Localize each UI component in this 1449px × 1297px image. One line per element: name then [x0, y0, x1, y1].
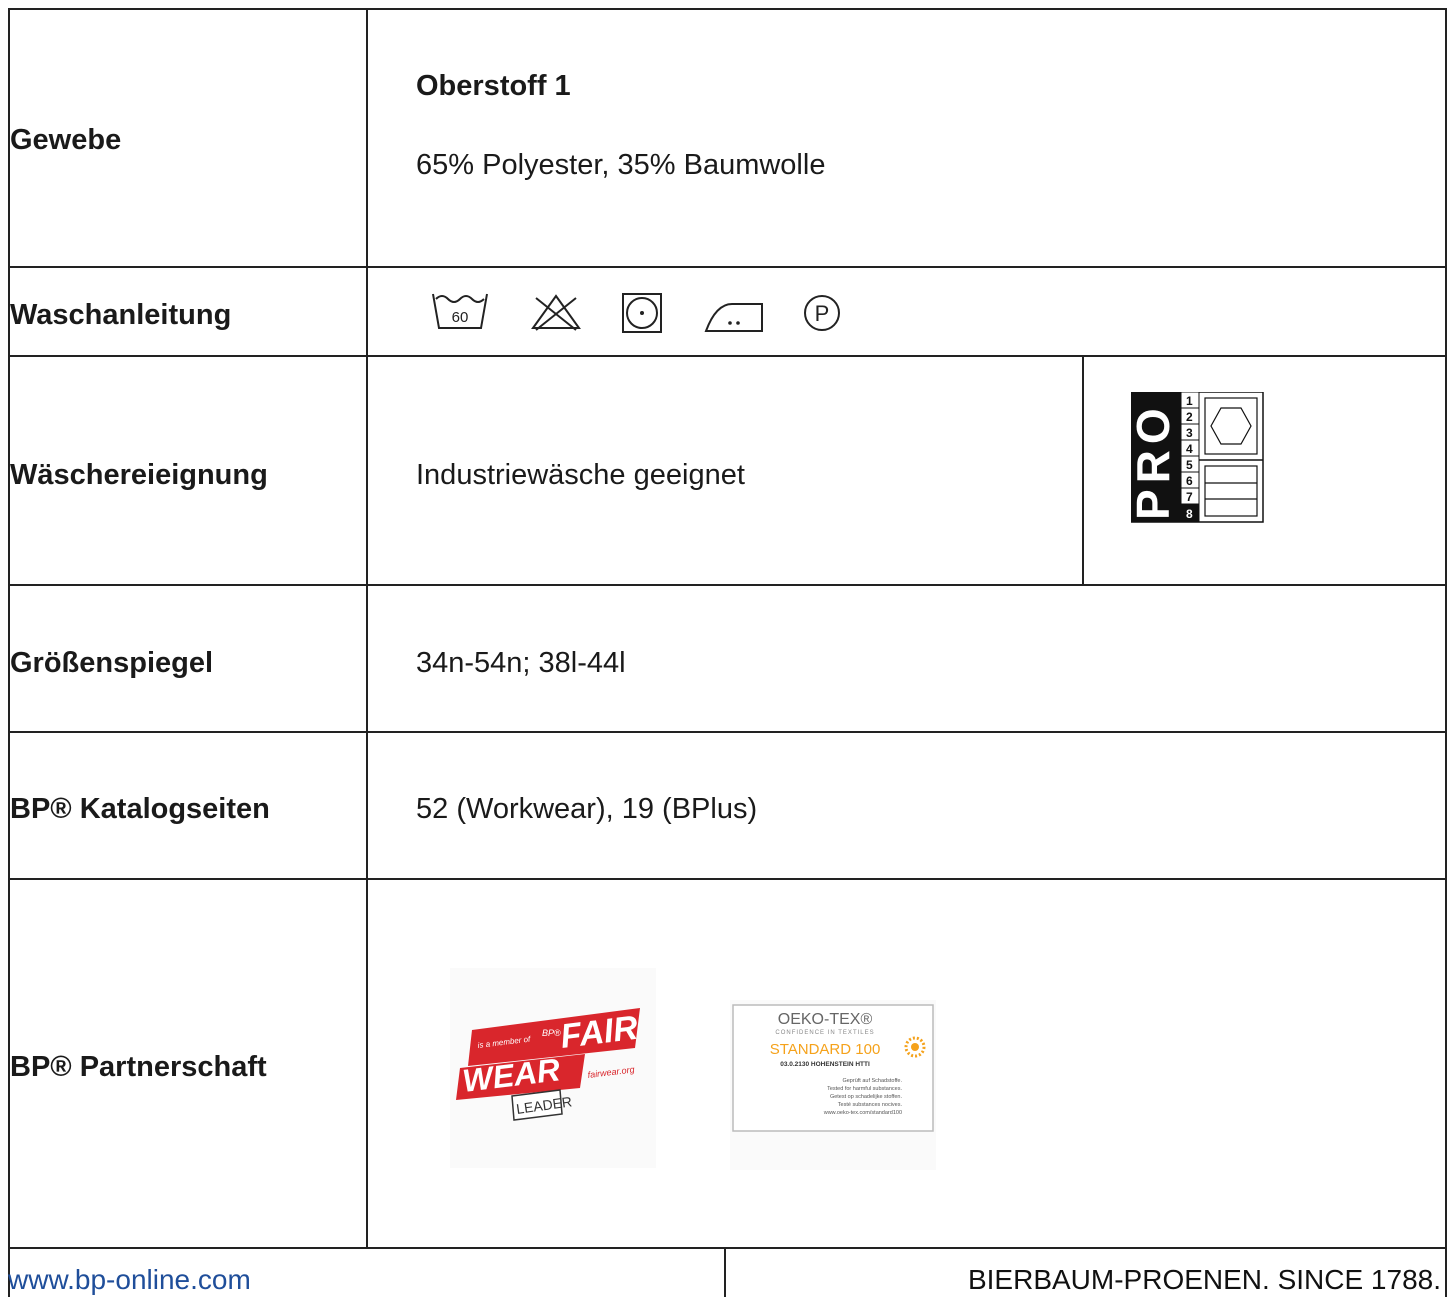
row-divider [8, 731, 1447, 733]
svg-text:Testé substances nocives.: Testé substances nocives. [838, 1102, 903, 1108]
svg-text:4: 4 [1186, 442, 1193, 456]
svg-text:OEKO-TEX®: OEKO-TEX® [778, 1011, 873, 1028]
svg-text:6: 6 [1186, 474, 1193, 488]
svg-text:03.0.2130 HOHENSTEIN HTTI: 03.0.2130 HOHENSTEIN HTTI [780, 1061, 870, 1068]
pro-laundry-logo: PRO 1 2 3 4 5 6 7 8 [1131, 392, 1264, 523]
svg-text:P: P [815, 301, 830, 326]
svg-text:www.oeko-tex.com/standard100: www.oeko-tex.com/standard100 [823, 1110, 902, 1116]
wash-60-icon: 60 [432, 293, 488, 329]
svg-text:BP®: BP® [542, 1028, 561, 1038]
svg-text:Getest op schadelijke stoffen.: Getest op schadelijke stoffen. [830, 1094, 903, 1100]
svg-text:2: 2 [1186, 410, 1193, 424]
svg-text:CONFIDENCE IN TEXTILES: CONFIDENCE IN TEXTILES [775, 1030, 874, 1036]
size-range: 34n-54n; 38l-44l [416, 647, 626, 679]
catalog-pages: 52 (Workwear), 19 (BPlus) [416, 793, 758, 825]
svg-text:7: 7 [1186, 490, 1193, 504]
tumble-dry-low-icon [622, 293, 662, 333]
svg-text:Geprüft auf Schadstoffe.: Geprüft auf Schadstoffe. [842, 1078, 902, 1084]
svg-text:STANDARD 100: STANDARD 100 [770, 1041, 881, 1058]
label-waschanleitung: Waschanleitung [10, 299, 232, 331]
row-divider [8, 584, 1447, 586]
svg-text:PRO: PRO [1131, 402, 1179, 520]
iron-medium-icon [704, 303, 763, 332]
row-divider [8, 266, 1447, 268]
svg-text:8: 8 [1186, 507, 1193, 521]
footer-tagline: BIERBAUM-PROENEN. SINCE 1788. [967, 1264, 1441, 1295]
row-divider [8, 878, 1447, 880]
fair-wear-leader-logo: BP® is a member of FAIR WEAR fairwear.or… [450, 968, 656, 1168]
fabric-heading: Oberstoff 1 [416, 70, 571, 102]
label-katalogseiten: BP® Katalogseiten [10, 793, 270, 825]
row-divider [8, 355, 1447, 357]
row-divider [8, 1247, 1447, 1249]
svg-text:3: 3 [1186, 426, 1193, 440]
svg-text:Tested for harmful substances.: Tested for harmful substances. [827, 1086, 902, 1092]
oeko-tex-standard-100-label: OEKO-TEX® CONFIDENCE IN TEXTILES STANDAR… [730, 1000, 936, 1170]
column-divider [1082, 355, 1084, 586]
footer-website-link[interactable]: www.bp-online.com [8, 1264, 251, 1296]
label-partnerschaft: BP® Partnerschaft [10, 1051, 267, 1083]
svg-text:5: 5 [1186, 458, 1193, 472]
fabric-composition: 65% Polyester, 35% Baumwolle [416, 149, 826, 181]
label-groessenspiegel: Größenspiegel [10, 647, 214, 679]
svg-text:1: 1 [1186, 394, 1193, 408]
column-divider [366, 8, 368, 1249]
table-border-right [1445, 8, 1447, 1297]
svg-text:60: 60 [452, 309, 469, 326]
laundry-suitability: Industriewäsche geeignet [416, 459, 745, 491]
footer-divider [724, 1247, 726, 1297]
label-gewebe: Gewebe [10, 124, 122, 156]
table-border-top [8, 8, 1447, 10]
label-waeschereieignung: Wäschereieignung [10, 459, 268, 491]
do-not-bleach-icon [531, 294, 581, 331]
professional-cleaning-p-icon: P [804, 295, 840, 331]
